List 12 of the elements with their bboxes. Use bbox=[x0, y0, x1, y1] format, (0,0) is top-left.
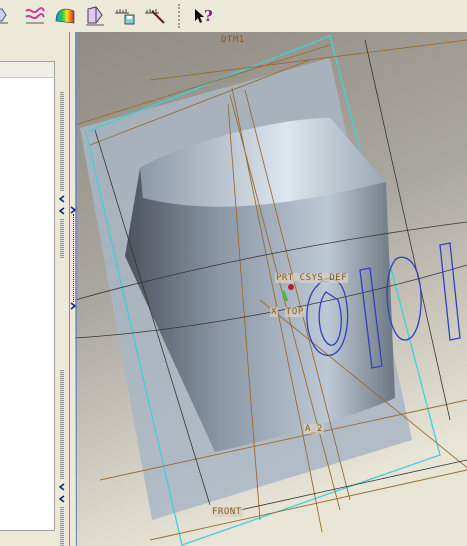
prism-icon[interactable] bbox=[84, 5, 106, 27]
axis-label: A_2 bbox=[305, 424, 323, 434]
coordinate-system-label: PRT_CSYS_DEF bbox=[276, 273, 348, 283]
datum-plane-label: FRONT bbox=[212, 507, 242, 517]
axis-label: X bbox=[271, 307, 277, 317]
context-help-button[interactable]: ? bbox=[192, 7, 215, 25]
model-viewport[interactable]: DTM1 PRT_CSYS_DEF X TOP A_2 FRONT bbox=[75, 32, 467, 546]
datum-plane-label: TOP bbox=[286, 307, 304, 317]
axis-marker bbox=[282, 290, 288, 302]
datum-plane-label: DTM1 bbox=[221, 35, 245, 45]
pointer-icon bbox=[194, 8, 204, 24]
csys-origin-marker bbox=[288, 284, 294, 290]
